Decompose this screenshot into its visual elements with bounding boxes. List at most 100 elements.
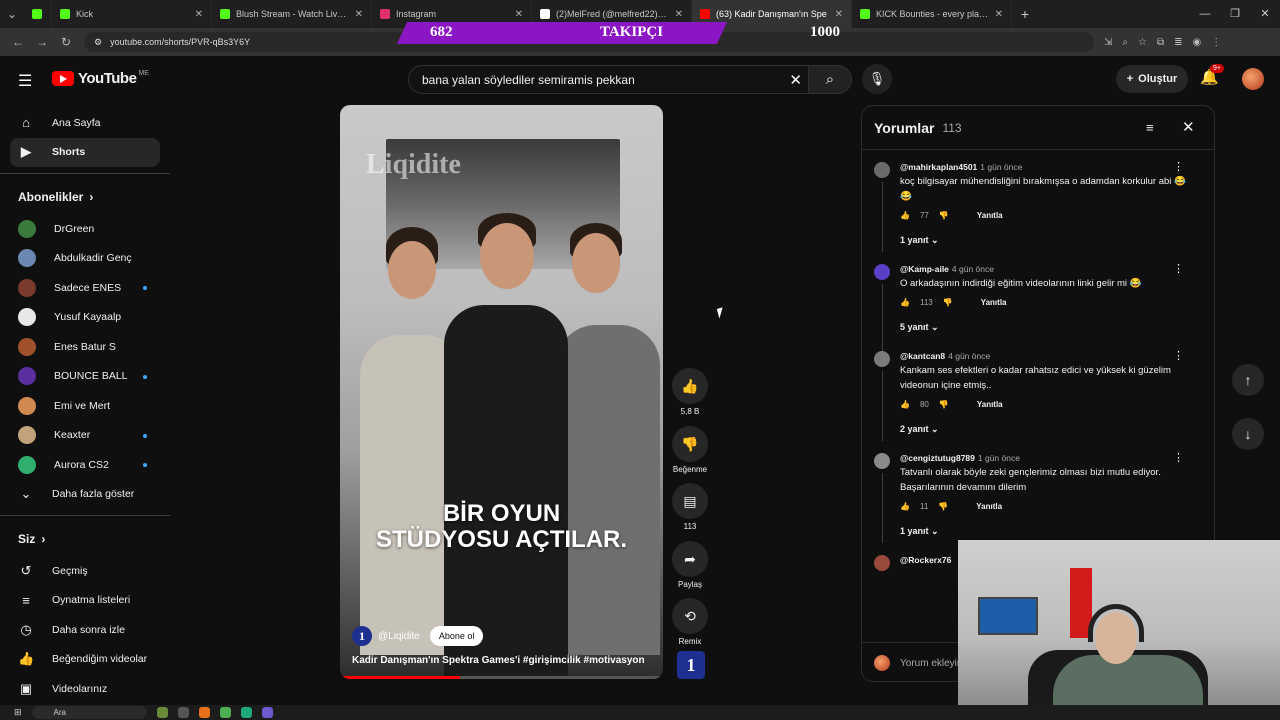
sidebar-item-shorts[interactable]: ▶ Shorts: [10, 137, 160, 167]
comment-reply-button[interactable]: Yanıtla: [981, 298, 1007, 307]
comment-author[interactable]: @cengiztutug8789: [900, 453, 975, 463]
video-caption[interactable]: Kadir Danışman'ın Spektra Games'i #giriş…: [352, 655, 645, 666]
close-comments-icon[interactable]: ✕: [1182, 118, 1195, 136]
app-icon[interactable]: [240, 707, 252, 718]
site-info-icon[interactable]: ⚙: [94, 37, 102, 48]
sidebar-subscription[interactable]: Sadece ENES: [0, 273, 170, 303]
voice-search-button[interactable]: 🎙: [862, 64, 892, 94]
install-icon[interactable]: ⇲: [1104, 37, 1112, 48]
sidebar-subscription[interactable]: Abdulkadir Genç: [0, 244, 170, 274]
remix-sound-thumbnail[interactable]: 1: [677, 651, 705, 679]
commenter-avatar[interactable]: [874, 555, 890, 571]
action-thumbs-down[interactable]: 👎 Beğenme: [667, 425, 713, 484]
next-short-button[interactable]: ↓: [1232, 418, 1264, 450]
comment-author[interactable]: @Kamp-aile: [900, 264, 949, 274]
show-replies-button[interactable]: 2 yanıt ⌄: [900, 415, 1196, 443]
pinned-tab[interactable]: [24, 0, 52, 28]
comment-more-icon[interactable]: ⋮: [1173, 451, 1184, 464]
reload-button[interactable]: ↻: [54, 35, 78, 49]
action-comment[interactable]: ▤ 113: [667, 483, 713, 541]
minimize-button[interactable]: —: [1190, 0, 1220, 28]
tab-close-icon[interactable]: ✕: [835, 9, 843, 20]
comment-more-icon[interactable]: ⋮: [1173, 349, 1184, 362]
sidebar-item-playlist[interactable]: ≡ Oynatma listeleri: [0, 586, 170, 616]
tab-close-icon[interactable]: ✕: [355, 9, 363, 20]
reading-list-icon[interactable]: ≣: [1174, 37, 1182, 48]
comment-author[interactable]: @kantcan8: [900, 351, 945, 361]
menu-icon[interactable]: ⋮: [1211, 37, 1221, 48]
back-button[interactable]: ←: [6, 35, 30, 49]
notifications-button[interactable]: 🔔 9+: [1200, 64, 1224, 86]
comment-author[interactable]: @mahirkaplan4501: [900, 162, 977, 172]
taskbar-search[interactable]: Ara: [31, 706, 147, 719]
comment-dislike-icon[interactable]: 👎: [938, 502, 948, 511]
bookmark-star-icon[interactable]: ☆: [1138, 37, 1147, 48]
sidebar-item-video[interactable]: ▣ Videolarınız: [0, 674, 170, 704]
task-view-icon[interactable]: [177, 707, 189, 718]
sidebar-subscription[interactable]: Emi ve Mert: [0, 391, 170, 421]
commenter-avatar[interactable]: [874, 351, 890, 367]
new-tab-button[interactable]: +: [1012, 6, 1038, 22]
windows-start-icon[interactable]: ⊞: [14, 707, 22, 718]
taskbar-thumbnail-icon[interactable]: [156, 707, 168, 718]
commenter-avatar[interactable]: [874, 453, 890, 469]
comment-more-icon[interactable]: ⋮: [1173, 262, 1184, 275]
maximize-button[interactable]: ❐: [1220, 0, 1250, 28]
firefox-icon[interactable]: [198, 707, 210, 718]
app-icon-2[interactable]: [261, 707, 273, 718]
tab-close-icon[interactable]: ✕: [195, 9, 203, 20]
show-replies-button[interactable]: 1 yanıt ⌄: [900, 226, 1196, 254]
action-thumbs-up[interactable]: 👍 5,8 B: [667, 368, 713, 426]
browser-tab[interactable]: Blush Stream - Watch Live on K ✕: [212, 0, 372, 28]
sidebar-item-clock[interactable]: ◷ Daha sonra izle: [0, 615, 170, 645]
subscriptions-header[interactable]: Abonelikler ›: [0, 180, 170, 214]
create-button[interactable]: + Oluştur: [1116, 65, 1188, 93]
sidebar-item-history[interactable]: ↺ Geçmiş: [0, 556, 170, 586]
profile-icon[interactable]: ◉: [1193, 37, 1202, 48]
comment-like-icon[interactable]: 👍: [900, 400, 910, 409]
tab-close-icon[interactable]: ✕: [995, 9, 1003, 20]
sidebar-subscription[interactable]: Keaxter: [0, 421, 170, 451]
sidebar-subscription[interactable]: DrGreen: [0, 214, 170, 244]
sidebar-subscription[interactable]: BOUNCE BALL: [0, 362, 170, 392]
zoom-icon[interactable]: ⌕: [1122, 37, 1128, 48]
extensions-icon[interactable]: ⧉: [1157, 37, 1164, 48]
comment-dislike-icon[interactable]: 👎: [939, 400, 949, 409]
comment-reply-button[interactable]: Yanıtla: [977, 400, 1003, 409]
tab-close-icon[interactable]: ✕: [515, 9, 523, 20]
clear-search-icon[interactable]: ✕: [789, 71, 802, 89]
subscribe-button[interactable]: Abone ol: [429, 626, 484, 646]
commenter-avatar[interactable]: [874, 264, 890, 280]
sidebar-subscription[interactable]: Enes Batur S: [0, 332, 170, 362]
previous-short-button[interactable]: ↑: [1232, 364, 1264, 396]
channel-name[interactable]: @Liqidite: [378, 631, 420, 642]
comment-reply-button[interactable]: Yanıtla: [977, 211, 1003, 220]
action-share[interactable]: ➦ Paylaş: [667, 540, 713, 599]
comment-more-icon[interactable]: ⋮: [1173, 160, 1184, 173]
forward-button[interactable]: →: [30, 35, 54, 49]
sidebar-item-like[interactable]: 👍 Beğendiğim videolar: [0, 645, 170, 675]
channel-logo[interactable]: 1: [352, 626, 372, 646]
hamburger-menu-icon[interactable]: ☰: [18, 71, 32, 91]
show-more-button[interactable]: ⌄ Daha fazla göster: [0, 480, 170, 510]
search-input[interactable]: bana yalan söylediler semiramis pekkan ✕: [408, 65, 809, 94]
video-progress-bar[interactable]: [340, 676, 663, 679]
browser-tab[interactable]: Kick ✕: [52, 0, 212, 28]
youtube-logo[interactable]: YouTube ME: [52, 70, 149, 87]
sort-icon[interactable]: ≡: [1146, 120, 1154, 135]
comment-author[interactable]: @Rockerx76: [900, 555, 951, 565]
comment-like-icon[interactable]: 👍: [900, 211, 910, 220]
you-header[interactable]: Siz ›: [0, 522, 170, 556]
sidebar-subscription[interactable]: Aurora CS2: [0, 450, 170, 480]
action-remix[interactable]: ⟲ Remix: [667, 598, 713, 656]
search-button[interactable]: ⌕: [808, 65, 852, 94]
comment-dislike-icon[interactable]: 👎: [943, 298, 953, 307]
show-replies-button[interactable]: 5 yanıt ⌄: [900, 313, 1196, 341]
tab-close-icon[interactable]: ✕: [675, 9, 683, 20]
short-video-player[interactable]: Liqidite BİR OYUN STÜDYOSU AÇTILAR. 1 @L…: [340, 105, 663, 679]
comment-like-icon[interactable]: 👍: [900, 502, 910, 511]
browser-tab[interactable]: KICK Bounties - every player fo ✕: [852, 0, 1012, 28]
commenter-avatar[interactable]: [874, 162, 890, 178]
close-window-button[interactable]: ✕: [1250, 0, 1280, 28]
comment-reply-button[interactable]: Yanıtla: [976, 502, 1002, 511]
